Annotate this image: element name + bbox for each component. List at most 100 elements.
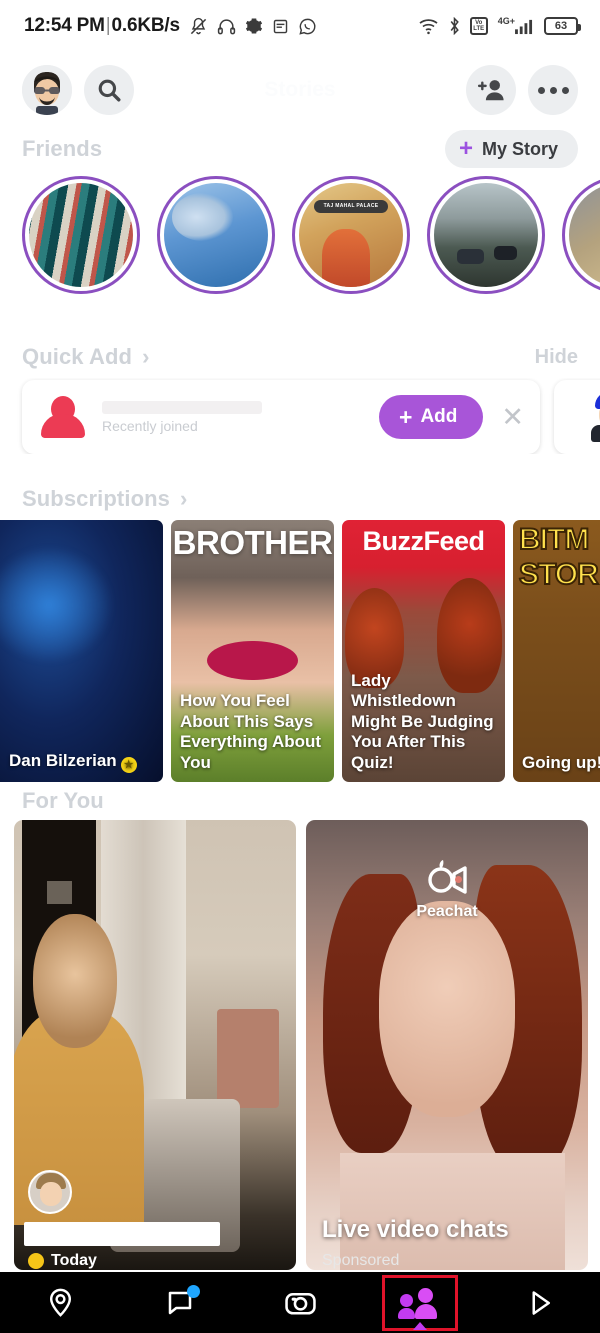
for-you-card-title: Live video chats bbox=[322, 1216, 509, 1243]
subscription-card[interactable]: Dan Bilzerian ★ bbox=[0, 520, 163, 782]
for-you-card-subtitle: Sponsored bbox=[322, 1252, 400, 1269]
chat-tab[interactable] bbox=[120, 1272, 240, 1333]
peachat-camera-icon bbox=[428, 860, 467, 894]
add-label: Add bbox=[420, 406, 458, 427]
camera-icon bbox=[284, 1292, 316, 1315]
app-header: Stories bbox=[0, 52, 600, 128]
friends-title: Friends bbox=[22, 136, 103, 161]
network-type-label: 4G+ bbox=[497, 16, 515, 26]
publisher-logo: BuzzFeed bbox=[362, 526, 485, 556]
bell-mute-icon bbox=[189, 17, 208, 36]
status-clock: 12:54 PM|0.6KB/s bbox=[24, 15, 180, 37]
quick-add-section-header: Quick Add › Hide bbox=[0, 336, 600, 378]
subscriptions-row[interactable]: Dan Bilzerian ★ BROTHER How You Feel Abou… bbox=[0, 520, 600, 782]
subscription-card[interactable]: BuzzFeed Lady Whistledown Might Be Judgi… bbox=[342, 520, 505, 782]
signal-icon: 4G+ bbox=[497, 16, 535, 35]
story-thumbnail-market bbox=[29, 183, 133, 287]
decorative-face bbox=[379, 901, 515, 1117]
subscription-caption: Dan Bilzerian ★ bbox=[9, 751, 155, 773]
spotlight-tab[interactable] bbox=[480, 1272, 600, 1333]
peachat-label: Peachat bbox=[416, 903, 478, 920]
more-options-button[interactable] bbox=[528, 65, 578, 115]
quick-add-title: Quick Add bbox=[22, 344, 133, 369]
data-rate: 0.6KB/s bbox=[111, 15, 181, 36]
close-icon[interactable]: ✕ bbox=[501, 403, 524, 431]
gear-icon bbox=[245, 17, 263, 35]
publisher-logo-line1: BITM bbox=[518, 523, 590, 556]
for-you-row[interactable]: Today Peachat Live video chats Sponsored bbox=[0, 820, 600, 1270]
battery-icon: 63 bbox=[544, 17, 581, 35]
for-you-footer-label: Today bbox=[51, 1252, 97, 1269]
volte-bottom: LTE bbox=[473, 26, 485, 32]
status-bar-left: 12:54 PM|0.6KB/s bbox=[24, 15, 317, 37]
publisher-logo: BROTHER bbox=[172, 524, 333, 561]
quick-add-subtitle: Recently joined bbox=[102, 417, 198, 434]
story-ring[interactable] bbox=[22, 176, 140, 294]
subscription-caption: How You Feel About This Says Everything … bbox=[180, 691, 322, 772]
subscription-caption: Lady Whistledown Might Be Judging You Af… bbox=[351, 671, 494, 772]
bitmoji-blue-hair-icon bbox=[589, 392, 600, 442]
profile-avatar-button[interactable] bbox=[22, 65, 72, 115]
friends-group-icon bbox=[398, 1286, 442, 1320]
more-options-icon bbox=[537, 86, 569, 94]
quick-add-username-redacted bbox=[102, 400, 262, 414]
add-friend-button[interactable]: + Add bbox=[379, 395, 484, 439]
story-ring[interactable] bbox=[427, 176, 545, 294]
play-triangle-icon bbox=[532, 1290, 550, 1315]
story-ring[interactable] bbox=[562, 176, 600, 294]
subscription-caption: Going up! bbox=[522, 752, 600, 772]
story-thumbnail-palace: TAJ MAHAL PALACE bbox=[299, 183, 403, 287]
my-story-plus-icon: + bbox=[458, 135, 473, 162]
chevron-right-icon[interactable]: › bbox=[180, 488, 187, 510]
for-you-section-header: For You bbox=[0, 782, 600, 820]
plus-icon: + bbox=[399, 403, 413, 430]
quick-add-hide-button[interactable]: Hide bbox=[535, 346, 578, 369]
search-button[interactable] bbox=[84, 65, 134, 115]
for-you-username-redacted bbox=[24, 1222, 220, 1246]
verified-star-icon: ★ bbox=[120, 757, 137, 773]
wifi-icon bbox=[418, 18, 439, 35]
my-story-button[interactable]: + My Story bbox=[444, 130, 578, 168]
map-tab[interactable] bbox=[0, 1272, 120, 1333]
quick-add-row[interactable]: Recently joined + Add ✕ bbox=[0, 378, 600, 454]
story-ring[interactable] bbox=[157, 176, 275, 294]
camera-tab[interactable] bbox=[240, 1272, 360, 1333]
subscription-caption-text: Dan Bilzerian bbox=[9, 751, 117, 770]
story-ring[interactable]: TAJ MAHAL PALACE bbox=[292, 176, 410, 294]
sun-icon bbox=[28, 1253, 44, 1269]
subscription-card[interactable]: BITM STOR Going up! bbox=[513, 520, 600, 782]
quick-add-card[interactable]: Recently joined + Add ✕ bbox=[22, 380, 540, 454]
friends-stories-row[interactable]: TAJ MAHAL PALACE bbox=[0, 170, 600, 294]
decorative-lips bbox=[206, 640, 299, 680]
story-thumbnail-road bbox=[434, 183, 538, 287]
whatsapp-icon bbox=[298, 17, 317, 36]
clock-separator: | bbox=[105, 15, 111, 36]
subscription-card[interactable]: BROTHER How You Feel About This Says Eve… bbox=[171, 520, 334, 782]
bottom-navigation-bar bbox=[0, 1272, 600, 1333]
story-thumbnail-person bbox=[569, 183, 600, 287]
decorative-bitmoji bbox=[586, 638, 600, 758]
chat-unread-badge bbox=[186, 1285, 200, 1298]
status-bar-right: Vo LTE 4G+ 63 bbox=[418, 16, 581, 35]
subscriptions-section-header: Subscriptions › bbox=[0, 478, 600, 520]
active-tab-caret-icon bbox=[413, 1322, 427, 1330]
quick-add-card[interactable] bbox=[554, 380, 600, 454]
for-you-card[interactable]: Today bbox=[14, 820, 296, 1270]
for-you-card[interactable]: Peachat Live video chats Sponsored bbox=[306, 820, 588, 1270]
header-actions bbox=[466, 65, 578, 115]
story-figure bbox=[321, 228, 370, 287]
search-icon bbox=[98, 79, 121, 102]
my-story-label: My Story bbox=[481, 138, 558, 159]
snapchat-stories-screen: 12:54 PM|0.6KB/s Vo LTE 4G+ 63 Stories F… bbox=[0, 0, 600, 1333]
battery-level: 63 bbox=[554, 20, 568, 32]
default-person-icon bbox=[40, 394, 86, 440]
chevron-right-icon[interactable]: › bbox=[142, 346, 149, 368]
peachat-watermark: Peachat bbox=[306, 856, 588, 921]
bluetooth-icon bbox=[448, 17, 461, 35]
for-you-footer: Today bbox=[28, 1252, 97, 1270]
add-friend-icon bbox=[477, 80, 504, 101]
add-friend-button[interactable] bbox=[466, 65, 516, 115]
stories-tab[interactable] bbox=[360, 1272, 480, 1333]
location-pin-icon bbox=[49, 1288, 71, 1317]
story-thumbnail-sky bbox=[164, 183, 268, 287]
